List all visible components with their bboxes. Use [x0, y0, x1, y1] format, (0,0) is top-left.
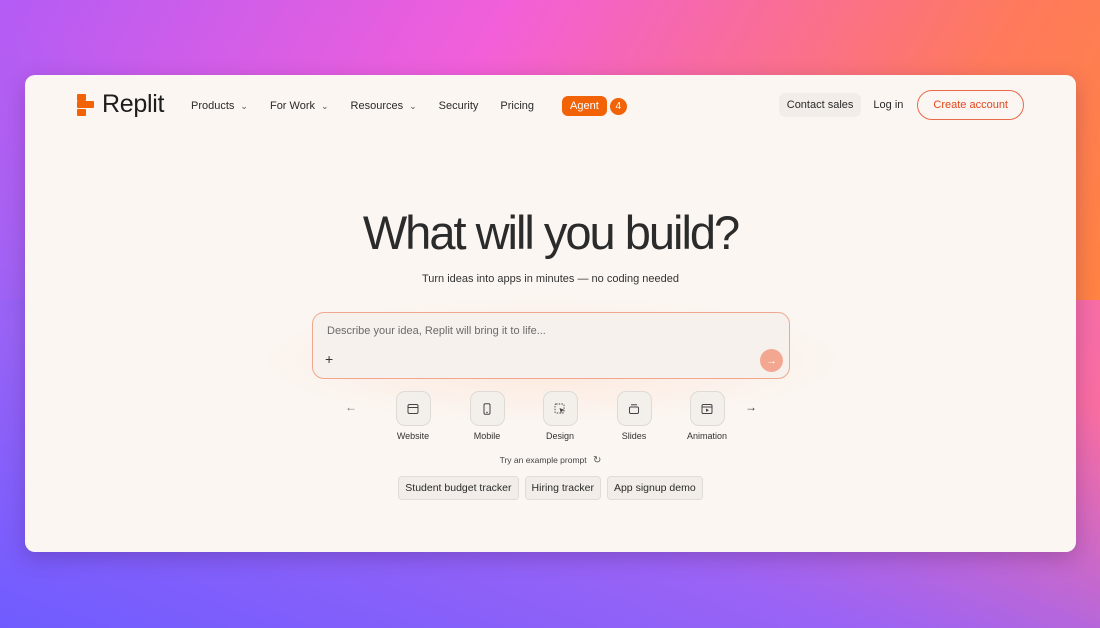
example-chip-hiring-tracker[interactable]: Hiring tracker — [524, 476, 601, 500]
type-website-button[interactable]: Website — [383, 391, 443, 441]
nav-item-pricing[interactable]: Pricing — [500, 100, 534, 112]
send-arrow-icon[interactable]: → — [760, 349, 783, 372]
prompt-box: + → — [312, 312, 790, 379]
create-account-button[interactable]: Create account — [917, 90, 1024, 120]
nav-item-security[interactable]: Security — [439, 100, 479, 112]
nav-actions: Contact sales Log in Create account — [778, 90, 1024, 120]
type-animation-button[interactable]: Animation — [677, 391, 737, 441]
example-chips: Student budget tracker Hiring tracker Ap… — [25, 476, 1076, 500]
agent-label: Agent — [562, 96, 607, 116]
idea-prompt-input[interactable] — [327, 325, 747, 337]
chevron-down-icon: ⌄ — [321, 100, 329, 111]
nav-item-products[interactable]: Products ⌄ — [191, 100, 248, 112]
slides-stack-icon — [616, 391, 652, 426]
type-mobile-button[interactable]: Mobile — [457, 391, 517, 441]
nav-item-resources[interactable]: Resources ⌄ — [351, 100, 417, 112]
chevron-down-icon: ⌄ — [409, 100, 417, 111]
example-prompt-row[interactable]: Try an example prompt ↻ — [25, 455, 1076, 466]
logo[interactable]: Replit — [77, 90, 164, 119]
add-attachment-icon[interactable]: + — [325, 351, 333, 367]
animation-window-icon — [689, 391, 725, 426]
agent-nav-button[interactable]: Agent 4 — [562, 96, 628, 116]
logo-text: Replit — [102, 90, 165, 118]
hero-title: What will you build? — [362, 206, 740, 259]
type-design-button[interactable]: Design — [530, 391, 590, 441]
app-type-selector: ← Website Mobile Design Slides Animation… — [345, 391, 757, 443]
phone-icon — [469, 391, 505, 426]
login-link[interactable]: Log in — [873, 99, 903, 111]
refresh-icon[interactable]: ↻ — [593, 455, 601, 466]
nav-item-for-work[interactable]: For Work ⌄ — [270, 100, 329, 112]
agent-count-badge: 4 — [608, 96, 628, 116]
nav-links: Products ⌄ For Work ⌄ Resources ⌄ Securi… — [191, 96, 628, 116]
type-slides-button[interactable]: Slides — [604, 391, 664, 441]
hero-subtitle: Turn ideas into apps in minutes — no cod… — [421, 273, 680, 285]
browser-window-icon — [395, 391, 431, 426]
chevron-down-icon: ⌄ — [240, 100, 248, 111]
arrow-left-icon[interactable]: ← — [345, 400, 357, 414]
browser-window: Replit Products ⌄ For Work ⌄ Resources ⌄… — [25, 75, 1076, 552]
example-chip-budget-tracker[interactable]: Student budget tracker — [398, 476, 519, 500]
arrow-right-icon[interactable]: → — [745, 400, 757, 414]
contact-sales-button[interactable]: Contact sales — [778, 93, 862, 117]
top-nav: Replit Products ⌄ For Work ⌄ Resources ⌄… — [25, 75, 1076, 133]
example-chip-signup-demo[interactable]: App signup demo — [606, 476, 703, 500]
replit-logo-icon — [77, 93, 94, 116]
design-cursor-icon — [542, 391, 578, 426]
example-prompt-label: Try an example prompt — [499, 455, 587, 465]
